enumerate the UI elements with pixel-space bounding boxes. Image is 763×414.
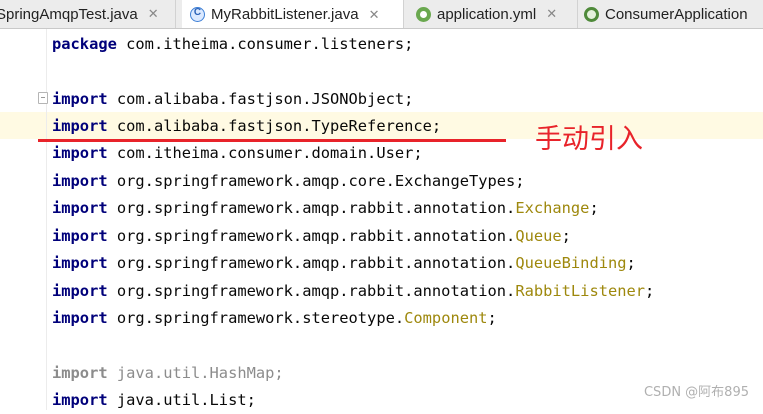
code-line-unused-import: import java.util.HashMap;: [52, 364, 284, 382]
code-line-import: import org.springframework.amqp.rabbit.a…: [52, 254, 636, 272]
code-line-import: import com.alibaba.fastjson.JSONObject;: [52, 90, 414, 108]
yml-file-icon: [416, 6, 431, 22]
code-line-import: import com.alibaba.fastjson.TypeReferenc…: [52, 117, 442, 135]
code-line-import: import org.springframework.amqp.rabbit.a…: [52, 282, 655, 300]
tab-myrabbitlistener[interactable]: MyRabbitListener.java ✕: [182, 0, 404, 28]
tab-springamqptest[interactable]: SpringAmqpTest.java ✕: [0, 0, 176, 28]
fold-icon[interactable]: [38, 92, 48, 104]
code-line-import: import com.itheima.consumer.domain.User;: [52, 144, 423, 162]
tab-label: MyRabbitListener.java: [211, 6, 359, 23]
code-line-package: package com.itheima.consumer.listeners;: [52, 35, 414, 53]
close-icon[interactable]: ✕: [369, 7, 380, 23]
code-line-import: import org.springframework.amqp.rabbit.a…: [52, 227, 571, 245]
close-icon[interactable]: ✕: [546, 6, 557, 22]
spring-app-icon: [584, 6, 599, 22]
tab-application-yml[interactable]: application.yml ✕: [404, 0, 578, 28]
code-line-import: import org.springframework.amqp.core.Exc…: [52, 172, 525, 190]
tab-label: ConsumerApplication: [605, 5, 748, 23]
tab-label: SpringAmqpTest.java: [0, 5, 138, 23]
code-editor[interactable]: package com.itheima.consumer.listeners; …: [0, 29, 763, 410]
code-line-import: import org.springframework.stereotype.Co…: [52, 309, 497, 327]
code-line-import: import org.springframework.amqp.rabbit.a…: [52, 199, 599, 217]
gutter-divider: [46, 29, 47, 410]
editor-tab-bar: SpringAmqpTest.java ✕ MyRabbitListener.j…: [0, 0, 763, 29]
annotation-note: 手动引入: [535, 124, 643, 155]
red-underline-mark: [38, 139, 506, 142]
tab-consumerapplication[interactable]: ConsumerApplication: [578, 0, 763, 28]
watermark: CSDN @阿布895: [643, 385, 749, 400]
java-class-icon: [190, 7, 205, 22]
tab-label: application.yml: [437, 5, 537, 23]
close-icon[interactable]: ✕: [148, 6, 159, 22]
